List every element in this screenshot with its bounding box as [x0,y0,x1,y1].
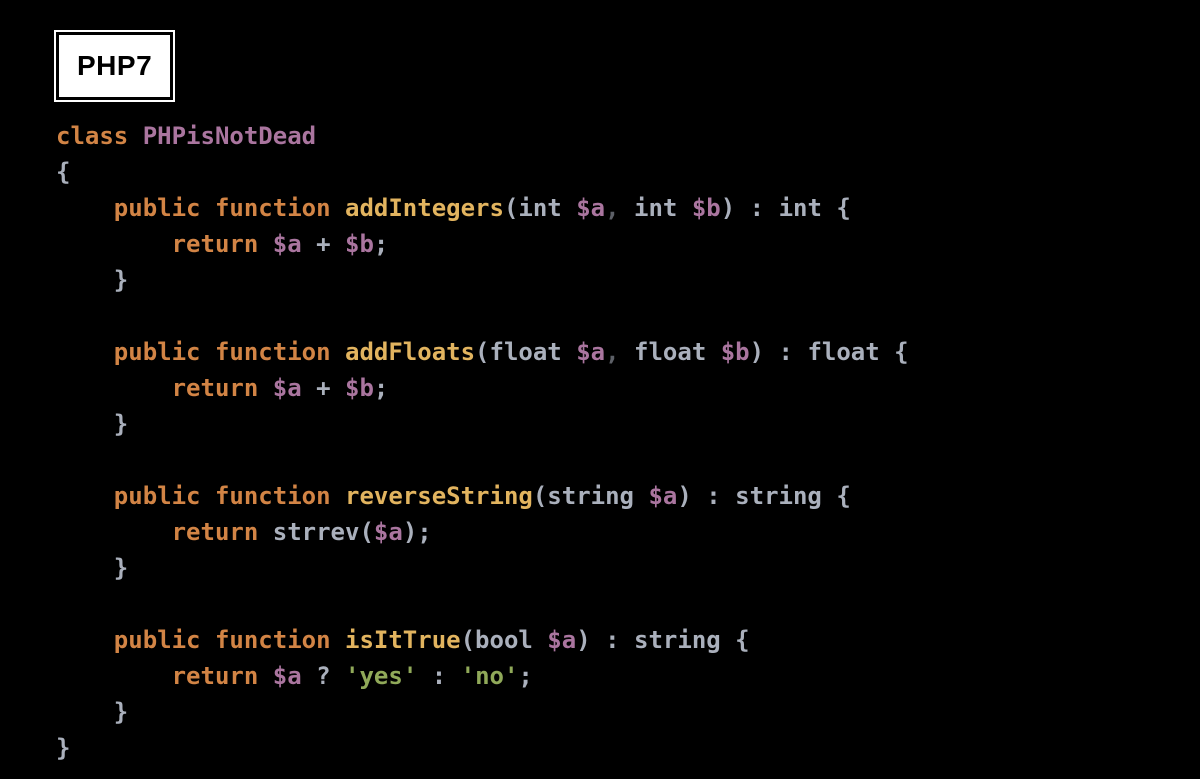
expr-var: $a [273,230,302,258]
expr-var: $b [345,374,374,402]
keyword-function: function [215,194,331,222]
expr-var: $b [345,230,374,258]
op-plus: + [316,230,330,258]
method-name-reverseString: reverseString [345,482,533,510]
keyword-function: function [215,626,331,654]
comma: , [605,194,619,222]
keyword-class: class [56,122,128,150]
return-type: int [779,194,822,222]
keyword-return: return [172,518,259,546]
brace-close: } [114,266,128,294]
code-block: class PHPisNotDead { public function add… [56,118,909,766]
brace-close: } [56,734,70,762]
paren-close: ) [403,518,417,546]
comma: , [605,338,619,366]
brace-open: { [836,482,850,510]
keyword-public: public [114,482,201,510]
brace-close: } [114,410,128,438]
class-name: PHPisNotDead [143,122,316,150]
brace-open: { [836,194,850,222]
expr-var: $a [273,374,302,402]
brace-close: } [114,554,128,582]
param-var: $a [648,482,677,510]
string-literal: 'no' [461,662,519,690]
semicolon: ; [374,230,388,258]
brace-open: { [735,626,749,654]
brace-close: } [114,698,128,726]
keyword-function: function [215,338,331,366]
badge-text: PHP7 [77,50,152,81]
called-fn: strrev [273,518,360,546]
php7-badge: PHP7 [56,32,173,100]
semicolon: ; [374,374,388,402]
param-type: string [547,482,634,510]
method-name-addIntegers: addIntegers [345,194,504,222]
paren-open: ( [533,482,547,510]
colon: : [706,482,720,510]
expr-var: $a [374,518,403,546]
return-type: string [735,482,822,510]
param-var: $a [576,338,605,366]
paren-open: ( [461,626,475,654]
expr-var: $a [273,662,302,690]
method-name-isItTrue: isItTrue [345,626,461,654]
keyword-function: function [215,482,331,510]
return-type: string [634,626,721,654]
param-var: $b [721,338,750,366]
paren-close: ) [721,194,735,222]
colon: : [605,626,619,654]
colon: : [750,194,764,222]
param-type: int [518,194,561,222]
param-type: float [634,338,706,366]
param-var: $a [547,626,576,654]
param-type: bool [475,626,533,654]
paren-open: ( [475,338,489,366]
paren-close: ) [677,482,691,510]
keyword-public: public [114,194,201,222]
keyword-return: return [172,662,259,690]
param-type: float [490,338,562,366]
param-var: $b [692,194,721,222]
colon: : [779,338,793,366]
op-plus: + [316,374,330,402]
return-type: float [807,338,879,366]
keyword-return: return [172,230,259,258]
op-colon: : [432,662,446,690]
paren-open: ( [504,194,518,222]
brace-open: { [894,338,908,366]
param-var: $a [576,194,605,222]
op-qmark: ? [316,662,330,690]
brace-open: { [56,158,70,186]
param-type: int [634,194,677,222]
semicolon: ; [518,662,532,690]
keyword-public: public [114,338,201,366]
paren-open: ( [359,518,373,546]
string-literal: 'yes' [345,662,417,690]
method-name-addFloats: addFloats [345,338,475,366]
semicolon: ; [417,518,431,546]
paren-close: ) [750,338,764,366]
keyword-public: public [114,626,201,654]
keyword-return: return [172,374,259,402]
paren-close: ) [576,626,590,654]
